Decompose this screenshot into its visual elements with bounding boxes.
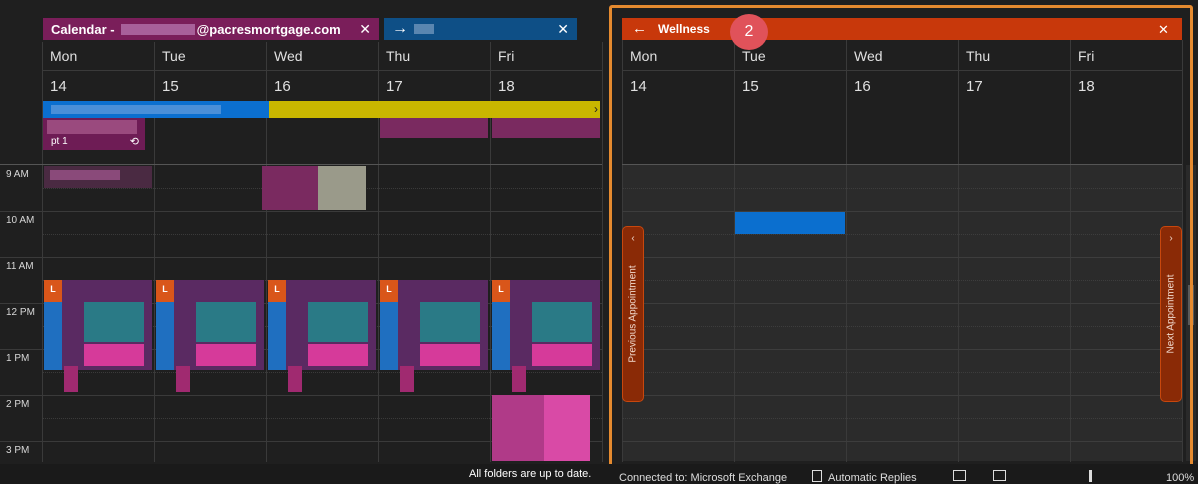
day-number[interactable]: 15	[162, 78, 179, 95]
redacted-text	[532, 344, 592, 366]
chevron-right-icon: ›	[594, 102, 598, 116]
zoom-slider-thumb[interactable]	[1089, 470, 1092, 482]
redacted-text	[288, 366, 302, 392]
day-name: Fri	[498, 48, 515, 64]
header-divider	[42, 70, 602, 71]
redacted-text	[532, 302, 592, 342]
status-bar	[0, 464, 1198, 484]
event-title: pt 1	[51, 136, 68, 147]
calendar-tab-email: @pacresmortgage.com	[196, 21, 341, 37]
sync-status: All folders are up to date.	[469, 468, 592, 480]
connection-status[interactable]: Connected to: Microsoft Exchange	[619, 472, 787, 484]
annotation-highlight-frame	[609, 5, 1193, 471]
normal-view-icon[interactable]	[953, 470, 966, 481]
redacted-text	[308, 344, 368, 366]
half-hour-line	[42, 234, 602, 235]
event-block-fri-2pm[interactable]	[492, 395, 590, 461]
redacted-text	[196, 302, 256, 342]
redacted-text	[196, 344, 256, 366]
day-number[interactable]: 17	[386, 78, 403, 95]
redacted-text	[84, 302, 144, 342]
auto-replies-icon[interactable]	[812, 470, 822, 482]
day-number[interactable]: 14	[50, 78, 67, 95]
redacted-text	[176, 366, 190, 392]
recurring-icon: ⟲	[129, 136, 139, 148]
lunch-badge: L	[380, 280, 398, 370]
redacted-name	[414, 24, 434, 34]
redacted-text	[84, 344, 144, 366]
lunch-event-mon[interactable]: L	[44, 280, 152, 392]
close-icon[interactable]: ✕	[359, 21, 371, 38]
allday-event-magenta[interactable]: pt 1 ⟲	[43, 118, 145, 150]
day-name: Mon	[50, 48, 78, 64]
redacted-email-user	[120, 23, 195, 35]
time-label: 9 AM	[6, 169, 29, 180]
annotation-badge: 2	[730, 14, 768, 50]
allday-event-magenta-fri[interactable]	[492, 118, 600, 138]
shared-calendar-tab[interactable]: → ✕	[384, 18, 577, 40]
lunch-badge: L	[492, 280, 510, 370]
redacted-text	[318, 166, 366, 210]
day-number[interactable]: 18	[498, 78, 515, 95]
lunch-badge: L	[44, 280, 62, 370]
redacted-text	[308, 302, 368, 342]
redacted-text	[51, 105, 221, 114]
reading-view-icon[interactable]	[993, 470, 1006, 481]
lunch-badge: L	[156, 280, 174, 370]
redacted-text	[50, 170, 120, 180]
lunch-badge: L	[268, 280, 286, 370]
close-icon[interactable]: ✕	[557, 21, 569, 38]
allday-event-yellow[interactable]: ›	[269, 101, 600, 118]
time-label: 2 PM	[6, 399, 30, 410]
redacted-text	[512, 366, 526, 392]
redacted-text	[47, 120, 137, 134]
redacted-text	[420, 302, 480, 342]
allday-event-blue[interactable]	[43, 101, 269, 118]
grid-line	[602, 42, 603, 462]
redacted-text	[64, 366, 78, 392]
time-label: 1 PM	[6, 353, 30, 364]
lunch-event-fri[interactable]: L	[492, 280, 600, 392]
redacted-text	[400, 366, 414, 392]
lunch-event-thu[interactable]: L	[380, 280, 488, 392]
calendar-tab[interactable]: Calendar - @pacresmortgage.com ✕	[43, 18, 379, 40]
lunch-event-tue[interactable]: L	[156, 280, 264, 392]
time-label: 11 AM	[6, 261, 34, 272]
annotation-badge-number: 2	[744, 23, 754, 40]
time-label: 3 PM	[6, 445, 30, 456]
event-block-mon-9am[interactable]	[44, 166, 152, 188]
allday-event-magenta-thu[interactable]	[380, 118, 488, 138]
redacted-text	[544, 395, 590, 461]
auto-replies[interactable]: Automatic Replies	[828, 472, 917, 484]
time-label: 10 AM	[6, 215, 35, 226]
day-name: Thu	[386, 48, 411, 64]
time-label: 12 PM	[6, 307, 35, 318]
event-block-wed-9am[interactable]	[262, 166, 366, 210]
zoom-level[interactable]: 100%	[1166, 472, 1194, 484]
day-name: Wed	[274, 48, 303, 64]
allday-divider	[0, 164, 602, 165]
day-name: Tue	[162, 48, 186, 64]
day-number[interactable]: 16	[274, 78, 291, 95]
hour-line	[0, 257, 602, 258]
hour-line	[0, 211, 602, 212]
arrow-right-icon: →	[392, 20, 408, 37]
redacted-text	[420, 344, 480, 366]
lunch-event-wed[interactable]: L	[268, 280, 376, 392]
calendar-tab-prefix: Calendar -	[51, 21, 115, 37]
